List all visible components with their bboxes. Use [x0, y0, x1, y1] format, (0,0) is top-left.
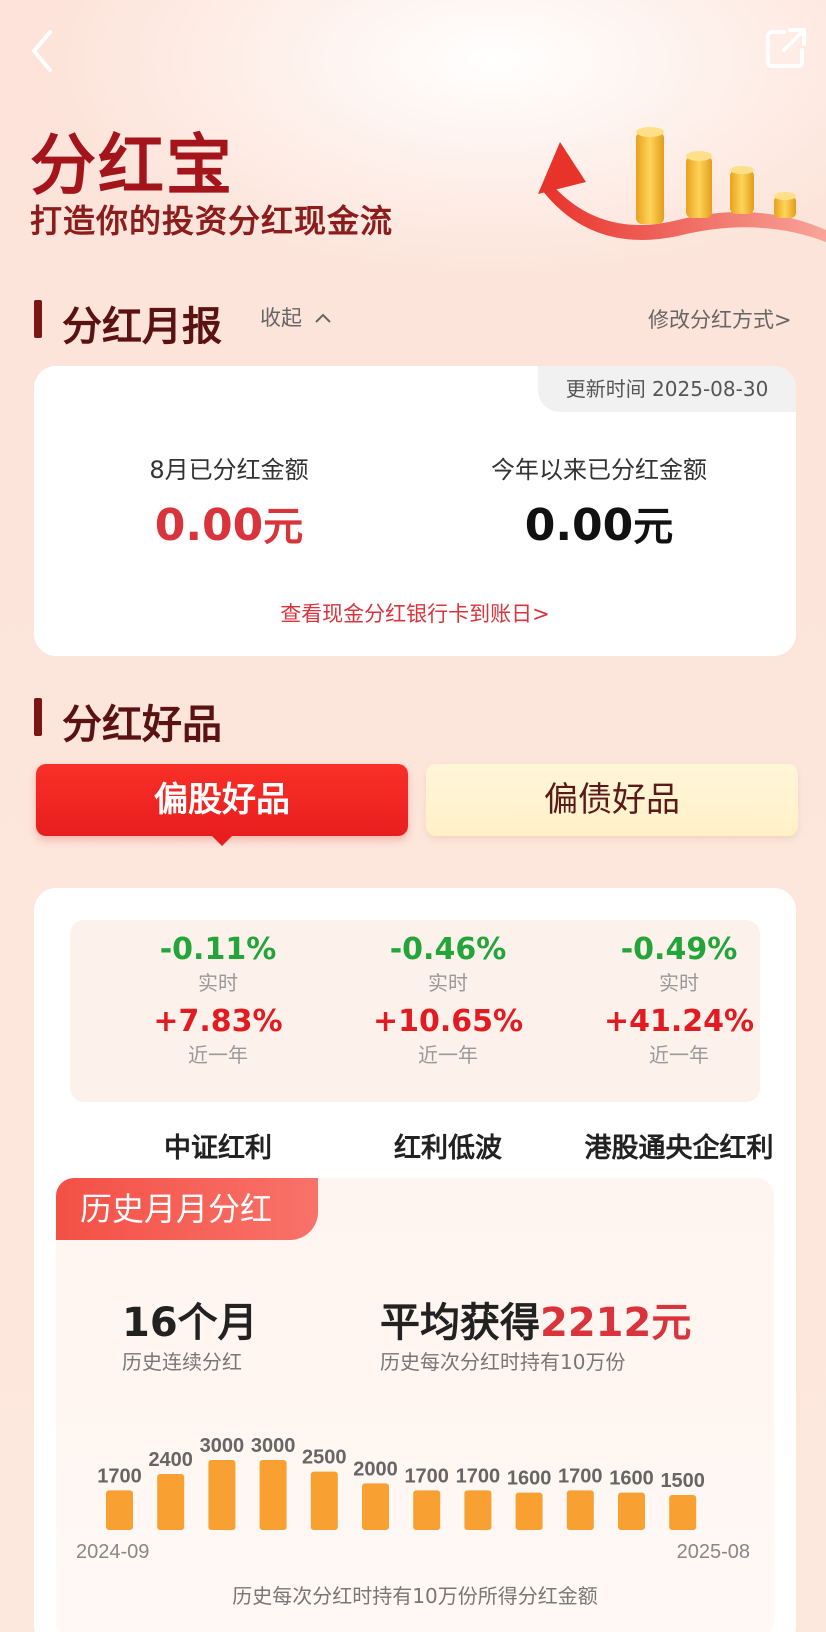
one-year-label: 近一年: [649, 1043, 709, 1067]
share-button[interactable]: [764, 26, 808, 70]
goods-title: 分红好品: [62, 702, 222, 748]
bar-value-label: 2500: [302, 1447, 347, 1469]
bar-value-label: 1600: [507, 1468, 552, 1490]
bank-card-arrival-link[interactable]: 查看现金分红银行卡到账日>: [34, 598, 796, 628]
year-dividend-amount: 0.00: [524, 500, 634, 551]
month-dividend-unit: 元: [263, 504, 304, 550]
bar-value-label: 1700: [404, 1465, 449, 1487]
monthly-report-card: 更新时间 2025-08-30 8月已分红金额 0.00元 今年以来已分红金额 …: [34, 366, 796, 656]
tab-equity-products[interactable]: 偏股好品: [36, 764, 408, 836]
share-icon: [766, 28, 806, 68]
bar-value-label: 2400: [148, 1449, 193, 1471]
bar-2025-08: [669, 1495, 697, 1530]
bar-2025-02: [362, 1483, 389, 1530]
tab-bond-products[interactable]: 偏债好品: [426, 764, 798, 836]
bar-2025-04: [464, 1490, 492, 1530]
section-marker: [34, 698, 42, 736]
bar-2025-07: [618, 1492, 645, 1530]
index-name: 红利低波: [394, 1133, 502, 1164]
bar-2024-12: [259, 1460, 287, 1530]
month-dividend-amount: 0.00: [154, 500, 264, 551]
bar-value-label: 1700: [97, 1465, 142, 1487]
chevron-up-icon: [314, 313, 331, 323]
realtime-change: -0.46%: [389, 932, 507, 967]
one-year-change: +7.83%: [153, 1004, 283, 1039]
page-title: 分红宝: [30, 127, 234, 204]
index-col-hk-soe-dividend[interactable]: -0.49% 实时 +41.24% 近一年: [564, 932, 794, 1068]
coins-arrow-illustration: [538, 127, 826, 242]
average-dividend-note: 历史每次分红时持有10万份: [380, 1350, 626, 1374]
bar-value-label: 1700: [456, 1465, 501, 1487]
index-name: 中证红利: [164, 1133, 272, 1164]
collapse-label: 收起: [260, 306, 302, 330]
realtime-label: 实时: [198, 971, 238, 995]
bar-2024-11: [208, 1460, 236, 1530]
one-year-label: 近一年: [418, 1043, 478, 1067]
update-time-badge: 更新时间 2025-08-30: [538, 366, 796, 412]
index-col-csi-dividend[interactable]: -0.11% 实时 +7.83% 近一年: [103, 932, 333, 1068]
realtime-change: -0.49%: [620, 932, 738, 967]
chart-caption: 历史每次分红时持有10万份所得分红金额: [232, 1584, 598, 1608]
bar-value-label: 1700: [558, 1465, 603, 1487]
bar-2025-03: [413, 1490, 441, 1530]
history-dividend-tag: 历史月月分红: [56, 1178, 318, 1240]
year-dividend-value: 0.00元: [434, 494, 764, 552]
history-dividend-bar-chart: 1700 2400 3000 3000 2500 2000 1700 1700 1600 1700…: [76, 1435, 750, 1563]
products-card: -0.11% 实时 +7.83% 近一年 -0.46% 实时 +10.65% 近…: [34, 888, 796, 1632]
average-dividend-value: 平均获得2212元: [380, 1290, 691, 1348]
bar-value-label: 1500: [660, 1470, 705, 1492]
realtime-change: -0.11%: [159, 932, 277, 967]
page-subtitle: 打造你的投资分红现金流: [30, 202, 394, 240]
bar-2024-10: [157, 1474, 185, 1530]
year-dividend-unit: 元: [633, 504, 674, 550]
active-tab-pointer: [210, 834, 234, 846]
average-amount: 2212元: [540, 1300, 692, 1346]
monthly-report-title: 分红月报: [62, 304, 222, 350]
back-button[interactable]: [26, 26, 66, 76]
one-year-label: 近一年: [188, 1043, 248, 1067]
index-col-low-vol-dividend[interactable]: -0.46% 实时 +10.65% 近一年: [333, 932, 563, 1068]
average-prefix: 平均获得: [380, 1300, 540, 1346]
modify-dividend-method-link[interactable]: 修改分红方式>: [648, 304, 792, 334]
bar-2025-05: [515, 1492, 543, 1530]
bar-value-label: 2000: [353, 1458, 398, 1480]
index-name: 港股通央企红利: [584, 1133, 774, 1164]
bar-value-label: 3000: [251, 1435, 296, 1457]
bar-2025-01: [310, 1471, 338, 1530]
x-axis-start-label: 2024-09: [76, 1541, 149, 1563]
realtime-label: 实时: [428, 971, 468, 995]
collapse-button[interactable]: 收起: [260, 302, 333, 332]
consecutive-months-value: 16个月: [122, 1300, 258, 1346]
consecutive-months-note: 历史连续分红: [122, 1350, 242, 1374]
one-year-change: +41.24%: [603, 1004, 755, 1039]
bar-2025-06: [566, 1490, 594, 1530]
history-dividend-panel: 历史月月分红 16个月 历史连续分红 平均获得2212元 历史每次分红时持有10…: [56, 1178, 774, 1632]
bar-value-label: 3000: [200, 1435, 245, 1457]
realtime-label: 实时: [659, 971, 699, 995]
x-axis-end-label: 2025-08: [677, 1541, 750, 1563]
chevron-left-icon: [32, 30, 52, 72]
bar-value-label: 1600: [609, 1468, 654, 1490]
year-dividend-label: 今年以来已分红金额: [491, 456, 707, 484]
bar-2024-09: [106, 1490, 133, 1530]
month-dividend-value: 0.00元: [64, 494, 394, 552]
section-marker: [34, 300, 42, 338]
one-year-change: +10.65%: [372, 1004, 524, 1039]
month-dividend-label: 8月已分红金额: [149, 456, 309, 484]
